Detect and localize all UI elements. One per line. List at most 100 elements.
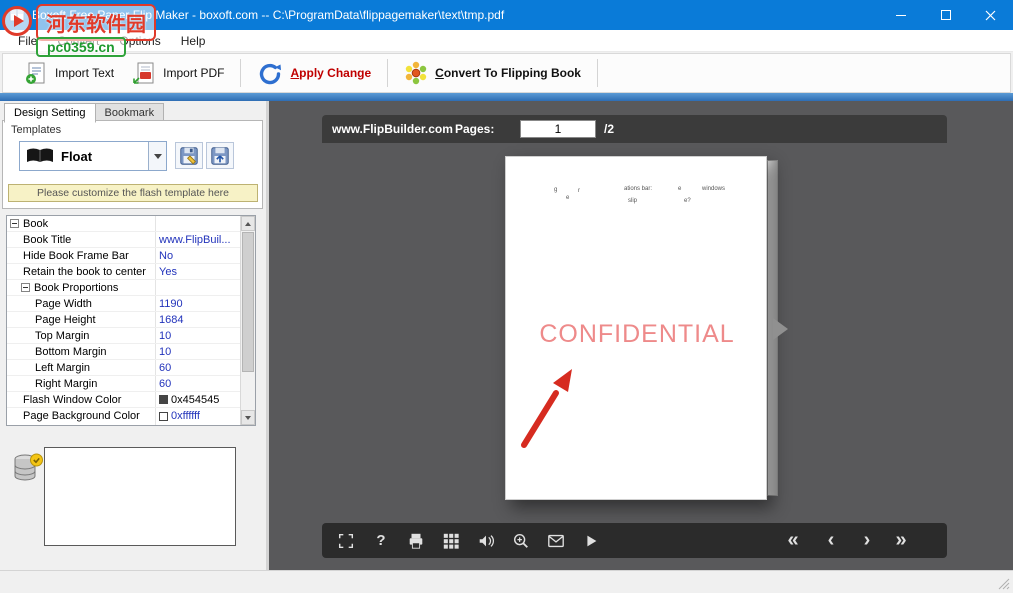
play-icon bbox=[582, 532, 600, 550]
fit-screen-icon bbox=[337, 532, 355, 550]
share-email-button[interactable] bbox=[546, 531, 566, 551]
convert-icon bbox=[404, 61, 428, 85]
save-template-button[interactable] bbox=[175, 142, 203, 169]
color-swatch-white[interactable] bbox=[159, 412, 168, 421]
property-row-left-margin[interactable]: Left Margin 60 bbox=[7, 360, 240, 376]
dropdown-arrow-button[interactable] bbox=[148, 142, 166, 170]
property-row-retain-center[interactable]: Retain the book to center Yes bbox=[7, 264, 240, 280]
next-page-button[interactable]: › bbox=[854, 523, 880, 558]
property-row-page-height[interactable]: Page Height 1684 bbox=[7, 312, 240, 328]
help-button[interactable]: ? bbox=[371, 531, 391, 551]
property-category-proportions[interactable]: Book Proportions bbox=[7, 280, 240, 296]
zoom-in-icon bbox=[512, 532, 530, 550]
book-icon bbox=[25, 146, 55, 166]
arrow-up-icon bbox=[245, 222, 251, 226]
first-page-button[interactable]: « bbox=[780, 523, 806, 558]
collapse-icon[interactable] bbox=[10, 219, 19, 228]
maximize-button[interactable] bbox=[923, 0, 968, 30]
scrollbar-thumb[interactable] bbox=[242, 232, 254, 372]
collapse-icon[interactable] bbox=[21, 283, 30, 292]
minimize-button[interactable] bbox=[878, 0, 923, 30]
menu-options[interactable]: Options bbox=[109, 31, 170, 51]
color-swatch-dark[interactable] bbox=[159, 395, 168, 404]
import-text-label: Import Text bbox=[55, 66, 114, 80]
email-icon bbox=[547, 532, 565, 550]
property-row-right-margin[interactable]: Right Margin 60 bbox=[7, 376, 240, 392]
toolbar-separator bbox=[387, 59, 388, 87]
zoom-in-button[interactable] bbox=[511, 531, 531, 551]
toolbar-separator bbox=[240, 59, 241, 87]
preview-header-bar: www.FlipBuilder.com Pages: /2 bbox=[322, 115, 947, 143]
previous-page-button[interactable]: ‹ bbox=[818, 523, 844, 558]
help-icon: ? bbox=[376, 532, 385, 549]
export-template-icon bbox=[209, 145, 231, 167]
menu-convert[interactable]: Convert bbox=[47, 31, 109, 51]
sound-icon bbox=[477, 532, 495, 550]
minimize-icon bbox=[896, 15, 906, 16]
chevron-down-icon bbox=[154, 154, 162, 159]
main-toolbar: Import Text Import PDF Apply Change Conv… bbox=[2, 53, 1011, 93]
last-page-button[interactable]: » bbox=[888, 523, 914, 558]
tab-design-setting[interactable]: Design Setting bbox=[4, 103, 96, 123]
resize-grip[interactable] bbox=[998, 578, 1010, 590]
template-dropdown[interactable]: Float bbox=[19, 141, 167, 171]
flipbuilder-site-label: www.FlipBuilder.com bbox=[332, 122, 453, 136]
window-title: Boxoft Free Paper Flip Maker - boxoft.co… bbox=[32, 8, 504, 22]
templates-group: Templates Float Please customize the fla… bbox=[2, 120, 263, 209]
import-text-button[interactable]: Import Text bbox=[15, 57, 123, 89]
apply-change-label: Apply Change bbox=[290, 66, 371, 80]
property-row-page-width[interactable]: Page Width 1190 bbox=[7, 296, 240, 312]
flipbook-preview-area: www.FlipBuilder.com Pages: /2 g e r atio… bbox=[269, 101, 1013, 570]
scroll-up-button[interactable] bbox=[241, 216, 255, 231]
property-category-book[interactable]: Book bbox=[7, 216, 240, 232]
flip-next-arrow[interactable] bbox=[773, 318, 788, 340]
arrow-down-icon bbox=[245, 416, 251, 420]
property-row-hide-frame-bar[interactable]: Hide Book Frame Bar No bbox=[7, 248, 240, 264]
import-pdf-button[interactable]: Import PDF bbox=[123, 57, 233, 89]
template-selected-label: Float bbox=[61, 149, 148, 164]
sound-button[interactable] bbox=[476, 531, 496, 551]
settings-panel: Design SettingBookmark Templates Float P… bbox=[0, 101, 266, 570]
menu-file[interactable]: File bbox=[8, 31, 47, 51]
status-bar bbox=[0, 570, 1013, 593]
fit-screen-button[interactable] bbox=[336, 531, 356, 551]
print-icon bbox=[407, 532, 425, 550]
property-row-top-margin[interactable]: Top Margin 10 bbox=[7, 328, 240, 344]
close-button[interactable] bbox=[968, 0, 1013, 30]
templates-group-label: Templates bbox=[11, 124, 61, 136]
property-row-page-background-color[interactable]: Page Background Color 0xffffff bbox=[7, 408, 240, 424]
autoplay-button[interactable] bbox=[581, 531, 601, 551]
save-template-icon bbox=[178, 145, 200, 167]
export-template-button[interactable] bbox=[206, 142, 234, 169]
title-bar[interactable]: Boxoft Free Paper Flip Maker - boxoft.co… bbox=[0, 0, 1013, 30]
toolbar-separator bbox=[597, 59, 598, 87]
thumbnails-icon bbox=[442, 532, 460, 550]
template-hint: Please customize the flash template here bbox=[8, 184, 258, 202]
total-pages-label: /2 bbox=[604, 122, 614, 136]
import-pdf-label: Import PDF bbox=[163, 66, 224, 80]
property-row-book-title[interactable]: Book Title www.FlipBuil... bbox=[7, 232, 240, 248]
print-button[interactable] bbox=[406, 531, 426, 551]
convert-button[interactable]: Convert To Flipping Book bbox=[395, 57, 590, 89]
menu-help[interactable]: Help bbox=[171, 31, 216, 51]
database-icon bbox=[12, 451, 44, 490]
red-arrow-annotation bbox=[506, 157, 768, 501]
app-icon bbox=[9, 7, 25, 23]
scroll-down-button[interactable] bbox=[241, 410, 255, 425]
toolbar-accent-strip bbox=[0, 93, 1013, 101]
apply-change-button[interactable]: Apply Change bbox=[248, 57, 380, 89]
menu-bar: File Convert Options Help bbox=[0, 30, 1013, 52]
import-pdf-icon bbox=[132, 61, 156, 85]
template-preview-box[interactable] bbox=[44, 447, 236, 546]
pages-label: Pages: bbox=[455, 122, 494, 136]
apply-change-icon bbox=[257, 61, 283, 85]
close-icon bbox=[985, 10, 996, 21]
property-grid-scrollbar[interactable] bbox=[240, 216, 255, 425]
property-row-bottom-margin[interactable]: Bottom Margin 10 bbox=[7, 344, 240, 360]
page-number-input[interactable] bbox=[520, 120, 596, 138]
player-toolbar: ? « bbox=[322, 523, 947, 558]
property-row-flash-window-color[interactable]: Flash Window Color 0x454545 bbox=[7, 392, 240, 408]
convert-label: Convert To Flipping Book bbox=[435, 66, 581, 80]
thumbnails-button[interactable] bbox=[441, 531, 461, 551]
book-page[interactable]: g e r ations bar: slip e windows e? CONF… bbox=[505, 156, 767, 500]
